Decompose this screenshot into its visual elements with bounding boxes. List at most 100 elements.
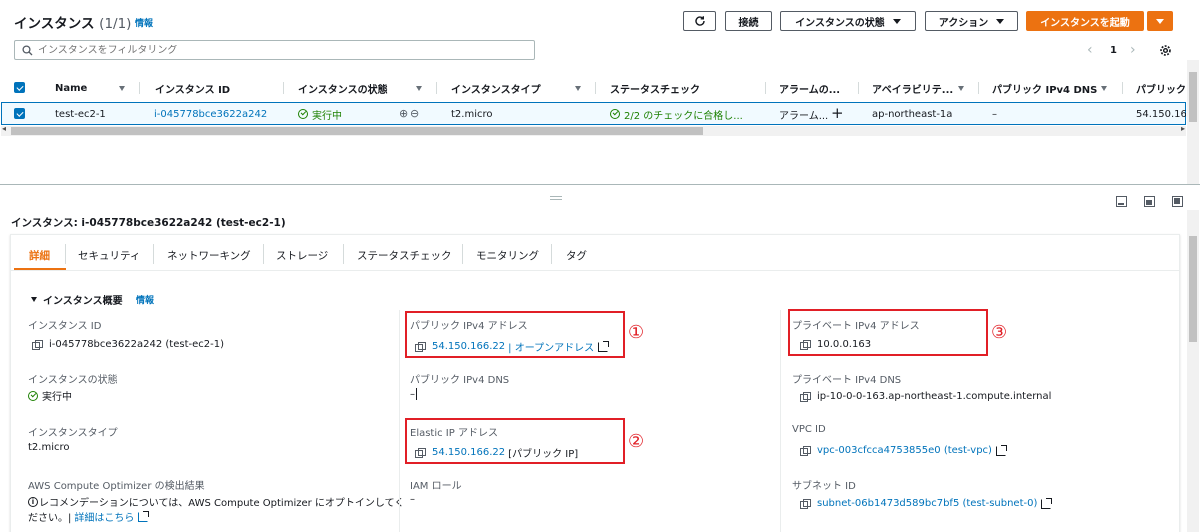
top-vertical-scrollbar[interactable]: [1187, 60, 1199, 184]
view-bottom-icon[interactable]: [1116, 196, 1127, 207]
copy-icon[interactable]: [800, 498, 811, 509]
column-divider: [780, 310, 781, 532]
column-header-instance-type[interactable]: インスタンスタイプ: [451, 80, 541, 96]
vpc-id-link[interactable]: vpc-003cfcca4753855e0 (test-vpc): [817, 445, 992, 456]
check-circle-icon: [298, 109, 308, 119]
launch-dropdown-button[interactable]: [1147, 11, 1173, 31]
scroll-thumb[interactable]: [1189, 236, 1197, 342]
row-az: ap-northeast-1a: [872, 108, 953, 120]
page-number[interactable]: 1: [1110, 45, 1117, 56]
annotation-number-1: ①: [628, 322, 645, 343]
vpc-id-value: vpc-003cfcca4753855e0 (test-vpc): [800, 444, 1007, 456]
column-header-name[interactable]: Name: [55, 80, 87, 96]
panel-divider[interactable]: [0, 184, 1200, 185]
external-link-icon[interactable]: [995, 444, 1007, 456]
column-header-alarm[interactable]: アラームの...: [779, 80, 840, 96]
tab-tags[interactable]: タグ: [566, 248, 587, 262]
page-title: インスタンス (1/1): [14, 16, 132, 32]
public-dns-label: パブリック IPv4 DNS: [410, 375, 510, 386]
refresh-button[interactable]: [683, 11, 716, 31]
scroll-thumb[interactable]: [11, 127, 703, 135]
filter-input[interactable]: [38, 44, 518, 56]
column-header-status-check[interactable]: ステータスチェック: [610, 80, 700, 96]
gear-icon[interactable]: [1159, 44, 1172, 57]
next-page-icon[interactable]: ›: [1130, 42, 1136, 58]
row-name: test-ec2-1: [55, 108, 106, 120]
tab-monitoring[interactable]: モニタリング: [476, 248, 539, 262]
highlight-box-private-ipv4: [788, 309, 988, 356]
column-header-public-ip[interactable]: パブリック: [1136, 80, 1186, 96]
filter-box[interactable]: [14, 40, 535, 60]
text-cursor: [416, 388, 417, 400]
prev-page-icon[interactable]: ‹: [1087, 42, 1093, 58]
tab-status-check[interactable]: ステータスチェック: [357, 248, 452, 262]
column-header-instance-id[interactable]: インスタンス ID: [155, 80, 230, 96]
tab-storage[interactable]: ストレージ: [276, 248, 328, 262]
sort-icon[interactable]: [958, 86, 964, 91]
external-link-icon[interactable]: [1041, 497, 1053, 509]
tab-security[interactable]: セキュリティ: [78, 248, 140, 262]
optimizer-text: i レコメンデーションについては、AWS Compute Optimizer に…: [28, 494, 404, 509]
check-circle-icon: [28, 390, 38, 401]
check-circle-icon: [610, 109, 620, 119]
copy-icon[interactable]: [800, 445, 811, 456]
tab-bar-divider: [11, 270, 1179, 271]
refresh-icon: [694, 16, 705, 26]
row-public-dns: –: [992, 108, 997, 120]
sort-icon[interactable]: [1101, 86, 1107, 91]
annotation-number-2: ②: [628, 431, 645, 452]
caret-down-icon: [892, 18, 901, 24]
column-header-az[interactable]: アベイラビリテ...: [872, 80, 953, 96]
view-split-icon[interactable]: [1144, 196, 1155, 207]
iam-role-label: IAM ロール: [410, 481, 462, 492]
tab-details[interactable]: 詳細: [29, 248, 50, 262]
caret-down-icon: [31, 297, 37, 302]
optimizer-learn-more-link[interactable]: 詳細はこちら: [74, 509, 134, 524]
zoom-out-icon[interactable]: ⊖: [410, 107, 419, 120]
sort-icon[interactable]: [119, 86, 125, 91]
row-instance-id[interactable]: i-045778bce3622a242: [154, 106, 267, 122]
sort-icon[interactable]: [575, 86, 581, 91]
optimizer-label: AWS Compute Optimizer の検出結果: [28, 481, 205, 492]
view-full-icon[interactable]: [1172, 196, 1183, 207]
scroll-thumb[interactable]: [1189, 72, 1197, 122]
zoom-in-icon[interactable]: ⊕: [399, 107, 408, 120]
scroll-right-icon[interactable]: ▸: [1181, 124, 1185, 133]
caret-down-icon: [996, 18, 1005, 24]
instance-state-button[interactable]: インスタンスの状態: [780, 11, 916, 31]
instance-type-value: t2.micro: [28, 442, 70, 453]
column-header-instance-state[interactable]: インスタンスの状態: [298, 80, 388, 96]
optimizer-text-2: ださい。| 詳細はこちら: [28, 509, 150, 524]
info-circle-icon: i: [28, 496, 38, 507]
state-label: インスタンスの状態: [28, 375, 118, 386]
instance-id-value: i-045778bce3622a242 (test-ec2-1): [32, 339, 224, 350]
section-header[interactable]: インスタンス概要: [31, 292, 123, 307]
horizontal-scrollbar[interactable]: ◂ ▸: [1, 124, 1186, 136]
sort-icon[interactable]: [416, 86, 422, 91]
scroll-left-icon[interactable]: ◂: [2, 124, 6, 133]
copy-icon[interactable]: [32, 339, 43, 350]
instance-type-label: インスタンスタイプ: [28, 428, 118, 439]
row-alarm: アラーム...: [779, 110, 829, 122]
launch-instance-button[interactable]: インスタンスを起動: [1026, 11, 1144, 31]
row-state: 実行中: [298, 106, 342, 122]
external-link-icon[interactable]: [138, 510, 150, 522]
public-dns-value: –: [410, 388, 417, 400]
bottom-vertical-scrollbar[interactable]: [1187, 210, 1199, 532]
header-select-all[interactable]: [14, 82, 25, 93]
actions-button[interactable]: アクション: [925, 11, 1018, 31]
highlight-box-public-ipv4: [405, 311, 625, 358]
instance-id-label: インスタンス ID: [28, 321, 102, 332]
subnet-id-link[interactable]: subnet-06b1473d589bc7bf5 (test-subnet-0): [817, 498, 1037, 509]
resize-handle-icon[interactable]: [550, 196, 562, 200]
add-alarm-icon[interactable]: +: [831, 104, 844, 122]
info-link[interactable]: 情報: [135, 16, 153, 29]
copy-icon[interactable]: [800, 391, 811, 402]
private-dns-value: ip-10-0-0-163.ap-northeast-1.compute.int…: [800, 391, 1051, 402]
column-header-public-dns[interactable]: パブリック IPv4 DNS: [992, 80, 1097, 96]
row-checkbox[interactable]: [14, 108, 25, 119]
tab-networking[interactable]: ネットワーキング: [167, 248, 251, 262]
search-icon: [22, 44, 33, 55]
connect-button[interactable]: 接続: [725, 11, 772, 31]
section-info-link[interactable]: 情報: [136, 293, 154, 306]
